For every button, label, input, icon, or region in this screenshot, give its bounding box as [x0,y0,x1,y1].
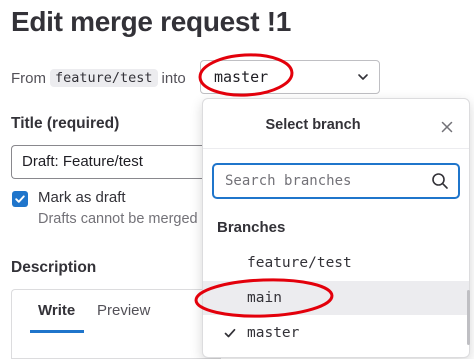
branch-option-master[interactable]: master [203,316,469,350]
draft-help-text: Drafts cannot be merged [38,211,198,227]
description-label: Description [11,259,97,276]
close-button[interactable] [437,117,457,137]
from-label: From [11,69,46,87]
search-icon [432,173,448,189]
branch-option-main[interactable]: main [203,281,469,315]
branch-search-input[interactable] [225,173,431,189]
dropdown-scrollbar[interactable] [467,290,470,345]
source-branch-chip: feature/test [50,69,158,87]
check-icon [224,328,236,338]
target-branch-select[interactable]: master [200,60,380,94]
title-input[interactable]: Draft: Feature/test [11,145,221,179]
branch-option-label: master [247,325,300,341]
dropdown-title: Select branch [265,117,361,133]
draft-checkbox-label[interactable]: Mark as draft [38,189,126,206]
checkmark-icon [15,195,25,203]
branch-search-field[interactable] [212,163,460,199]
branch-option-feature-test[interactable]: feature/test [203,246,469,280]
active-tab-indicator [30,330,84,333]
draft-checkbox[interactable] [12,191,28,207]
branches-group-label: Branches [217,219,286,236]
tab-write[interactable]: Write [38,302,75,319]
title-label: Title (required) [11,115,120,132]
branch-option-label: feature/test [247,255,352,271]
into-label: into [161,69,186,87]
target-branch-value: master [214,68,269,86]
chevron-down-icon [358,74,368,80]
close-icon [441,121,453,133]
tab-preview[interactable]: Preview [97,302,150,319]
description-editor [11,289,221,359]
page-title: Edit merge request !1 [11,6,292,37]
branch-option-label: main [247,290,282,306]
dropdown-divider [203,148,469,149]
branch-row: From feature/test into [11,63,186,93]
